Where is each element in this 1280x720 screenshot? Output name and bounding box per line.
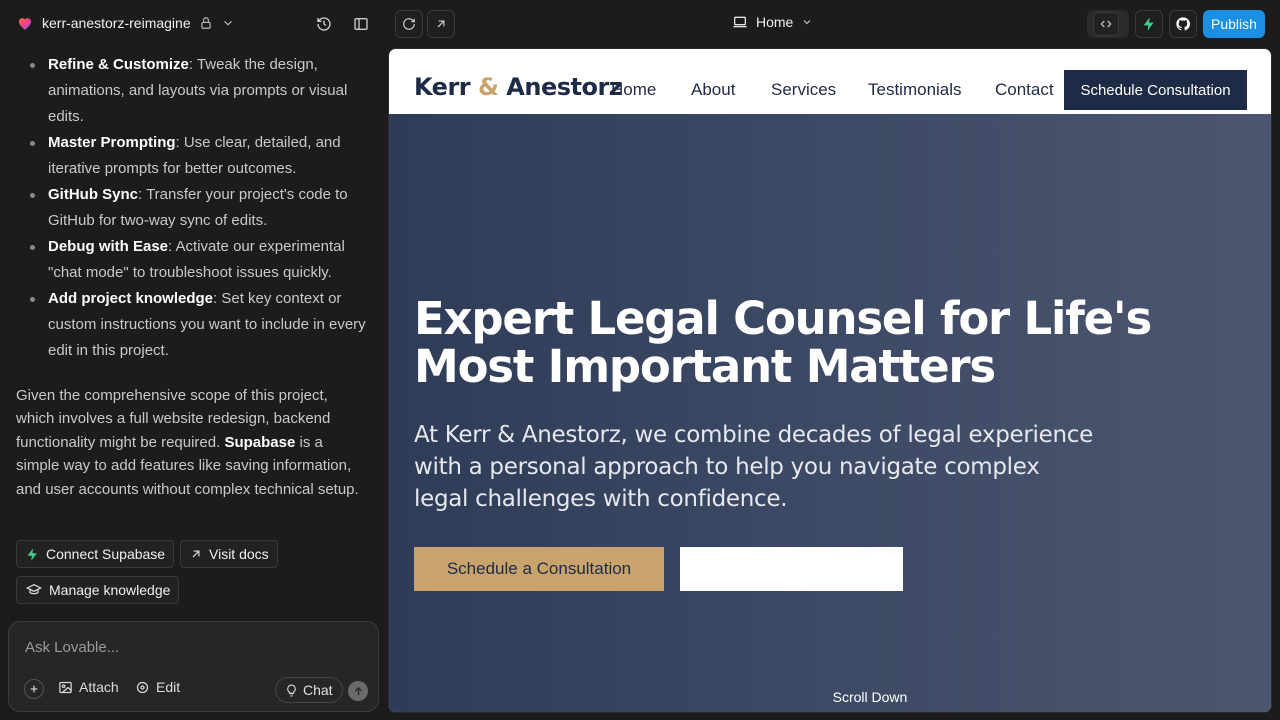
button-label: Chat bbox=[303, 682, 333, 698]
target-icon bbox=[135, 680, 150, 695]
button-label: Manage knowledge bbox=[49, 582, 171, 598]
history-icon[interactable] bbox=[312, 12, 336, 36]
supabase-bolt-icon bbox=[25, 547, 40, 562]
nav-link-contact[interactable]: Contact bbox=[995, 80, 1065, 100]
image-icon bbox=[58, 680, 73, 695]
add-button[interactable] bbox=[24, 679, 44, 699]
graduation-cap-icon bbox=[25, 582, 43, 598]
plus-icon bbox=[24, 679, 44, 699]
visit-docs-button[interactable]: Visit docs bbox=[180, 540, 278, 568]
chat-mode-button[interactable]: Chat bbox=[275, 677, 343, 703]
open-external-button[interactable] bbox=[427, 10, 455, 38]
nav-link-about[interactable]: About bbox=[691, 80, 771, 100]
button-label: Visit docs bbox=[209, 546, 269, 562]
site-navbar: Kerr & Anestorz Home About Services Test… bbox=[389, 49, 1271, 114]
button-label: Connect Supabase bbox=[46, 546, 166, 562]
manage-knowledge-button[interactable]: Manage knowledge bbox=[16, 576, 180, 604]
code-view-toggle[interactable] bbox=[1087, 10, 1129, 38]
code-icon bbox=[1093, 12, 1119, 36]
supabase-bolt-icon bbox=[1141, 16, 1157, 32]
logo-text: Kerr bbox=[414, 73, 478, 101]
website-preview: Kerr & Anestorz Home About Services Test… bbox=[388, 48, 1272, 713]
edit-button[interactable]: Edit bbox=[135, 679, 180, 695]
app-root: kerr-anestorz-reimagine Home Publish Ref… bbox=[0, 0, 1280, 720]
attach-button[interactable]: Attach bbox=[58, 679, 119, 695]
hero-section: Expert Legal Counsel for Life's Most Imp… bbox=[389, 114, 1271, 712]
list-item: Add project knowledge: Set key context o… bbox=[16, 286, 372, 364]
hero-description: At Kerr & Anestorz, we combine decades o… bbox=[414, 422, 1093, 512]
lock-icon bbox=[199, 16, 213, 30]
tips-list: Refine & Customize: Tweak the design, an… bbox=[16, 52, 372, 364]
lovable-heart-icon bbox=[19, 18, 31, 30]
arrow-up-right-icon bbox=[434, 17, 448, 31]
page-selector-label: Home bbox=[756, 14, 794, 30]
github-icon bbox=[1175, 16, 1191, 32]
chat-panel: Refine & Customize: Tweak the design, an… bbox=[0, 48, 388, 720]
message-bold: Supabase bbox=[224, 433, 296, 451]
tip-title: Master Prompting bbox=[48, 134, 176, 151]
lightbulb-icon bbox=[285, 684, 298, 697]
composer-input[interactable]: Ask Lovable... bbox=[25, 639, 119, 656]
chevron-down-icon bbox=[801, 16, 813, 28]
schedule-consultation-nav-button[interactable]: Schedule Consultation bbox=[1064, 70, 1247, 110]
secondary-hero-button[interactable] bbox=[680, 547, 903, 591]
schedule-consultation-button[interactable]: Schedule a Consultation bbox=[414, 547, 664, 591]
hero-title: Expert Legal Counsel for Life's Most Imp… bbox=[414, 292, 1152, 393]
supabase-message: Given the comprehensive scope of this pr… bbox=[16, 384, 366, 501]
page-selector[interactable]: Home bbox=[732, 14, 813, 30]
send-button[interactable] bbox=[348, 681, 368, 701]
arrow-up-icon bbox=[353, 686, 364, 697]
site-logo[interactable]: Kerr & Anestorz bbox=[414, 73, 623, 101]
supabase-button[interactable] bbox=[1135, 10, 1163, 38]
github-button[interactable] bbox=[1169, 10, 1197, 38]
tip-title: GitHub Sync bbox=[48, 186, 139, 203]
tip-title: Refine & Customize bbox=[48, 56, 189, 73]
project-switcher[interactable]: kerr-anestorz-reimagine bbox=[16, 14, 235, 32]
button-label: Attach bbox=[79, 679, 119, 695]
refresh-button[interactable] bbox=[395, 10, 423, 38]
connect-supabase-button[interactable]: Connect Supabase bbox=[16, 540, 175, 568]
tip-title: Debug with Ease bbox=[48, 238, 169, 255]
list-item: Refine & Customize: Tweak the design, an… bbox=[16, 52, 372, 130]
list-item: GitHub Sync: Transfer your project's cod… bbox=[16, 182, 372, 234]
nav-link-services[interactable]: Services bbox=[771, 80, 868, 100]
refresh-icon bbox=[402, 17, 416, 31]
list-item: Debug with Ease: Activate our experiment… bbox=[16, 234, 372, 286]
tip-title: Add project knowledge bbox=[48, 290, 214, 307]
top-bar: kerr-anestorz-reimagine Home Publish bbox=[0, 0, 1280, 48]
logo-text: Anestorz bbox=[498, 73, 623, 101]
project-name: kerr-anestorz-reimagine bbox=[42, 15, 191, 31]
chevron-down-icon bbox=[221, 16, 235, 30]
sidebar-toggle-icon[interactable] bbox=[349, 12, 373, 36]
publish-button[interactable]: Publish bbox=[1203, 10, 1265, 38]
chat-composer[interactable]: Ask Lovable... Attach Edit Chat bbox=[8, 621, 379, 712]
site-nav-links: Home About Services Testimonials Contact bbox=[611, 80, 1065, 100]
nav-link-testimonials[interactable]: Testimonials bbox=[868, 80, 995, 100]
list-item: Master Prompting: Use clear, detailed, a… bbox=[16, 130, 372, 182]
button-label: Edit bbox=[156, 679, 181, 695]
logo-ampersand: & bbox=[477, 73, 499, 101]
laptop-icon bbox=[732, 14, 748, 30]
scroll-down-label[interactable]: Scroll Down bbox=[389, 689, 1271, 705]
arrow-up-right-icon bbox=[189, 547, 203, 561]
nav-link-home[interactable]: Home bbox=[611, 80, 691, 100]
